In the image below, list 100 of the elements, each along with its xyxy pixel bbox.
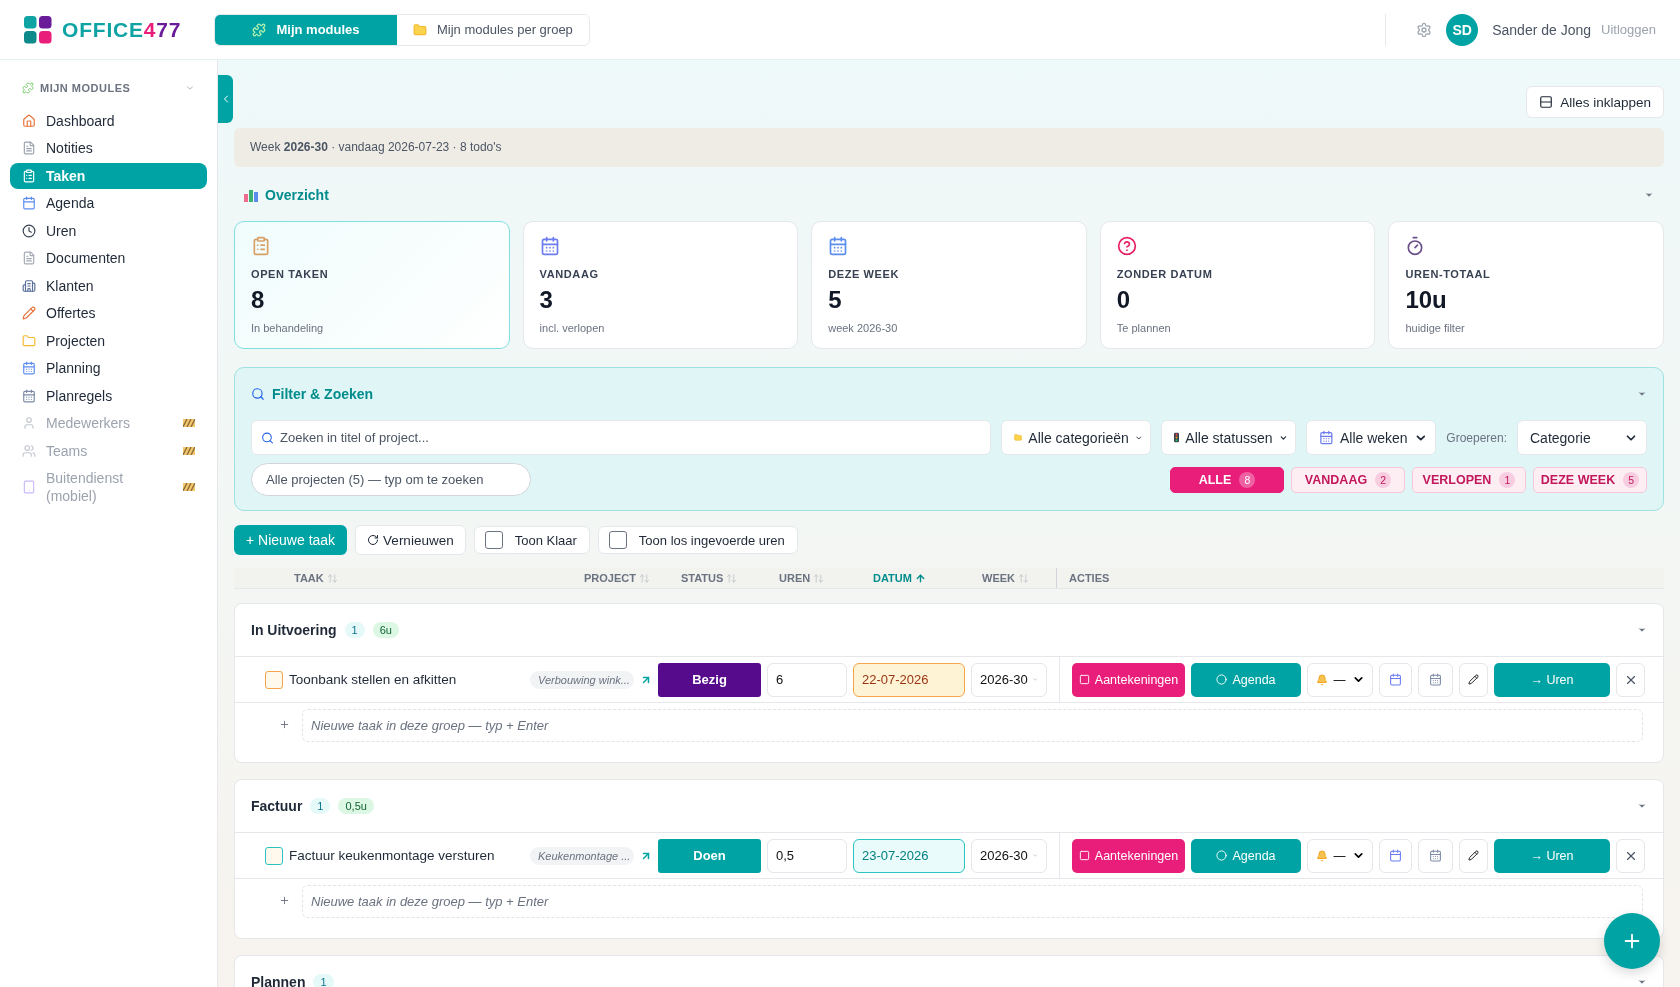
collapse-all-button[interactable]: Alles inklappen bbox=[1526, 86, 1664, 118]
caret-icon[interactable] bbox=[1644, 190, 1654, 200]
checkbox[interactable] bbox=[484, 531, 503, 549]
calendar-icon bbox=[828, 236, 849, 256]
clock-icon bbox=[22, 223, 36, 238]
sidebar-item[interactable]: Projecten bbox=[10, 328, 207, 354]
calendar-icon bbox=[22, 388, 36, 403]
caret-icon[interactable] bbox=[1637, 389, 1647, 399]
plus-icon bbox=[279, 719, 290, 730]
stat-value: 8 bbox=[251, 286, 266, 314]
caret-icon[interactable] bbox=[1637, 625, 1647, 635]
close-button[interactable] bbox=[1616, 838, 1645, 873]
filter-chip[interactable]: ALLE 8 bbox=[1170, 466, 1284, 493]
bell-icon bbox=[1315, 849, 1328, 862]
toggle-option[interactable]: Toon Klaar bbox=[473, 526, 590, 554]
date-field[interactable]: 23-07-2026 bbox=[853, 838, 965, 873]
sidebar-item[interactable]: Uren bbox=[10, 218, 207, 244]
refresh-button[interactable]: Vernieuwen bbox=[355, 525, 466, 555]
column-header[interactable]: TAAK bbox=[294, 572, 584, 584]
folder-icon bbox=[22, 333, 36, 348]
filter-select[interactable]: Alle categorieën bbox=[1001, 420, 1152, 455]
column-header[interactable]: PROJECT bbox=[584, 572, 681, 584]
traffic-light-icon bbox=[1174, 430, 1180, 445]
sort-icon bbox=[813, 572, 825, 584]
filter-select[interactable]: Alle statussen bbox=[1161, 420, 1297, 455]
task-title: Toonbank stellen en afkitten bbox=[289, 672, 458, 687]
sidebar-item[interactable]: Planning bbox=[10, 355, 207, 381]
sidebar-item[interactable]: Planregels bbox=[10, 383, 207, 409]
calendar-button[interactable] bbox=[1418, 662, 1453, 697]
date-field[interactable]: 22-07-2026 bbox=[853, 662, 965, 697]
sidebar-item[interactable]: Dashboard bbox=[10, 108, 207, 134]
toggle-option[interactable]: Toon los ingevoerde uren bbox=[597, 526, 798, 554]
stat-caption: In behandeling bbox=[251, 322, 325, 334]
hours-badge: 6u bbox=[372, 622, 399, 638]
construction-icon bbox=[183, 419, 195, 428]
calendar-icon bbox=[1389, 849, 1402, 862]
stat-card[interactable]: VANDAAG 3 incl. verlopen bbox=[522, 221, 799, 349]
task-checkbox[interactable] bbox=[265, 846, 283, 865]
edit-button[interactable] bbox=[1459, 662, 1488, 697]
close-button[interactable] bbox=[1616, 662, 1645, 697]
caret-icon[interactable] bbox=[1637, 801, 1647, 811]
filter-chip[interactable]: VANDAAG 2 bbox=[1291, 466, 1405, 493]
column-header[interactable]: STATUS bbox=[681, 572, 779, 584]
filter-chip[interactable]: VERLOPEN 1 bbox=[1412, 466, 1526, 493]
sort-icon bbox=[726, 572, 738, 584]
stat-caption: Te plannen bbox=[1116, 322, 1172, 334]
notes-button[interactable]: Aantekeningen bbox=[1072, 838, 1185, 873]
sidebar-item[interactable]: Offertes bbox=[10, 300, 207, 326]
stat-card[interactable]: DEZE WEEK 5 week 2026-30 bbox=[811, 221, 1087, 349]
week-select[interactable]: 2026-30 bbox=[971, 662, 1047, 697]
hours-field[interactable]: 6 bbox=[767, 662, 847, 697]
sidebar-item[interactable]: Documenten bbox=[10, 245, 207, 271]
sidebar-item[interactable]: Agenda bbox=[10, 190, 207, 216]
folder-icon bbox=[413, 22, 427, 37]
sort-icon bbox=[638, 572, 650, 584]
bell-icon bbox=[1315, 673, 1328, 686]
task-checkbox[interactable] bbox=[265, 670, 283, 689]
clipboard-icon bbox=[251, 236, 271, 256]
user-avatar: SD bbox=[1446, 13, 1479, 46]
settings-icon[interactable] bbox=[1416, 21, 1433, 38]
caret-icon bbox=[1031, 675, 1038, 684]
checkbox[interactable] bbox=[608, 531, 627, 549]
calendar-button[interactable] bbox=[1418, 838, 1453, 873]
plus-icon bbox=[279, 895, 290, 906]
stat-label: VANDAAG bbox=[539, 268, 600, 280]
search-field[interactable]: Zoeken in titel of project... bbox=[251, 420, 992, 455]
filter-select[interactable]: Alle weken bbox=[1306, 420, 1437, 455]
sort-icon bbox=[326, 572, 338, 584]
edit-button[interactable] bbox=[1459, 838, 1488, 873]
column-header[interactable]: UREN bbox=[779, 572, 873, 584]
sidebar-toggle[interactable] bbox=[218, 75, 233, 123]
calendar-button[interactable] bbox=[1379, 838, 1412, 873]
note-icon bbox=[22, 141, 36, 156]
column-header[interactable]: WEEK bbox=[982, 572, 1056, 584]
stat-card[interactable]: OPEN TAKEN 8 In behandeling bbox=[234, 221, 510, 349]
calendar-icon bbox=[1429, 849, 1442, 862]
sidebar-item[interactable]: Notities bbox=[10, 135, 207, 161]
caret-icon[interactable] bbox=[1637, 977, 1647, 987]
section-title: Overzicht bbox=[265, 187, 330, 203]
week-select[interactable]: 2026-30 bbox=[971, 838, 1047, 873]
calendar-button[interactable] bbox=[1379, 662, 1412, 697]
filter-chip[interactable]: DEZE WEEK 5 bbox=[1533, 466, 1647, 493]
pencil-icon bbox=[22, 306, 36, 321]
toggle-label: Toon Klaar bbox=[514, 532, 577, 548]
group-select[interactable]: Categorie bbox=[1517, 420, 1647, 455]
reminder-select[interactable]: — bbox=[1307, 838, 1373, 873]
stat-card[interactable]: UREN-TOTAAL 10u huidige filter bbox=[1388, 221, 1664, 349]
new-task-field[interactable]: Nieuwe taak in deze groep — typ + Enter bbox=[302, 885, 1643, 918]
users-icon bbox=[22, 443, 36, 458]
stat-card[interactable]: ZONDER DATUM 0 Te plannen bbox=[1099, 221, 1376, 349]
column-header[interactable]: DATUM bbox=[873, 572, 982, 584]
sidebar-item[interactable]: Klanten bbox=[10, 273, 207, 299]
project-field[interactable]: Alle projecten (5) — typ om te zoeken bbox=[251, 463, 531, 496]
reminder-select[interactable]: — bbox=[1307, 662, 1373, 697]
new-task-field[interactable]: Nieuwe taak in deze groep — typ + Enter bbox=[302, 709, 1643, 742]
caret-icon[interactable] bbox=[185, 83, 195, 93]
status-button[interactable]: Bezig bbox=[658, 662, 761, 697]
notes-button[interactable]: Aantekeningen bbox=[1072, 662, 1185, 697]
construction-icon bbox=[183, 446, 195, 455]
hours-field[interactable]: 0,5 bbox=[767, 838, 847, 873]
